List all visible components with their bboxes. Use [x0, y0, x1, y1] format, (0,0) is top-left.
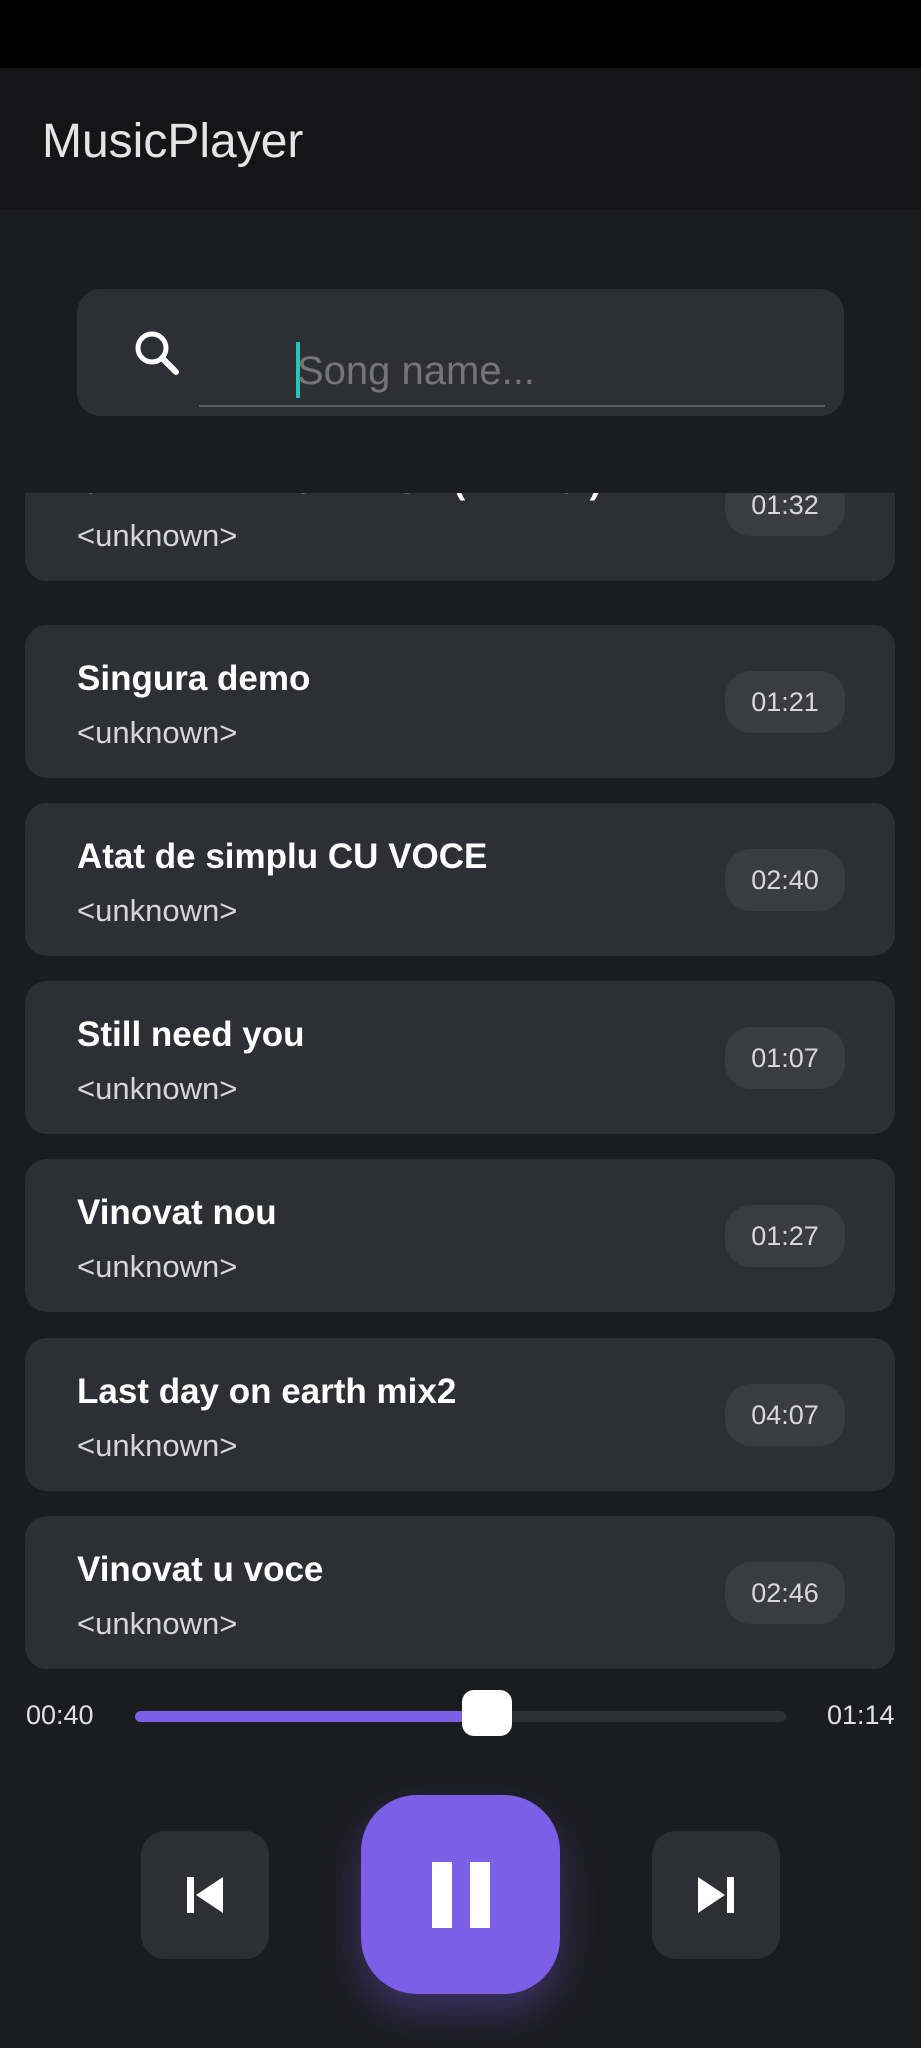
song-item[interactable]: Vinovat nou <unknown> 01:27 [25, 1159, 895, 1312]
song-duration: 04:07 [725, 1384, 845, 1446]
song-duration: 01:32 [725, 493, 845, 536]
status-bar [0, 0, 921, 68]
song-artist: <unknown> [77, 1249, 238, 1284]
seek-bar[interactable] [135, 1690, 786, 1736]
search-input[interactable] [297, 343, 817, 399]
song-artist: <unknown> [77, 1428, 238, 1463]
song-duration: 02:46 [725, 1562, 845, 1624]
total-time: 01:14 [827, 1700, 895, 1730]
song-duration: 01:21 [725, 671, 845, 733]
search-field[interactable] [199, 309, 825, 407]
song-artist: <unknown> [77, 518, 238, 553]
song-title: Singura demo [77, 659, 311, 698]
song-duration: 01:07 [725, 1027, 845, 1089]
pause-icon [431, 1861, 490, 1928]
song-title: Last day on earth mix2 [77, 1372, 457, 1411]
skip-next-icon [698, 1877, 734, 1913]
song-title: OANA - TE-AS ALEGE ( DEMO ) [77, 493, 601, 502]
song-item[interactable]: Vinovat u voce <unknown> 02:46 [25, 1516, 895, 1669]
song-title: Vinovat u voce [77, 1550, 324, 1589]
song-duration: 02:40 [725, 849, 845, 911]
play-pause-button[interactable] [361, 1795, 560, 1994]
next-button[interactable] [652, 1831, 780, 1959]
song-artist: <unknown> [77, 893, 238, 928]
app-title: MusicPlayer [42, 115, 304, 168]
song-title: Still need you [77, 1015, 305, 1054]
song-item[interactable]: Still need you <unknown> 01:07 [25, 981, 895, 1134]
seek-bar-thumb[interactable] [461, 1690, 512, 1736]
song-list[interactable]: OANA - TE-AS ALEGE ( DEMO ) <unknown> 01… [0, 493, 921, 1670]
song-artist: <unknown> [77, 715, 238, 750]
skip-previous-icon [187, 1877, 223, 1913]
app-bar: MusicPlayer [0, 68, 921, 210]
song-duration: 01:27 [725, 1205, 845, 1267]
song-title: Vinovat nou [77, 1193, 277, 1232]
search-box[interactable] [77, 289, 844, 416]
song-artist: <unknown> [77, 1606, 238, 1641]
song-item[interactable]: Last day on earth mix2 <unknown> 04:07 [25, 1338, 895, 1491]
song-item[interactable]: Singura demo <unknown> 01:21 [25, 625, 895, 778]
previous-button[interactable] [141, 1831, 269, 1959]
elapsed-time: 00:40 [26, 1700, 94, 1730]
song-title: Atat de simplu CU VOCE [77, 837, 488, 876]
seek-bar-progress [135, 1711, 487, 1722]
song-item[interactable]: Atat de simplu CU VOCE <unknown> 02:40 [25, 803, 895, 956]
song-item[interactable]: OANA - TE-AS ALEGE ( DEMO ) <unknown> 01… [25, 493, 895, 581]
search-icon [135, 331, 179, 375]
song-artist: <unknown> [77, 1071, 238, 1106]
